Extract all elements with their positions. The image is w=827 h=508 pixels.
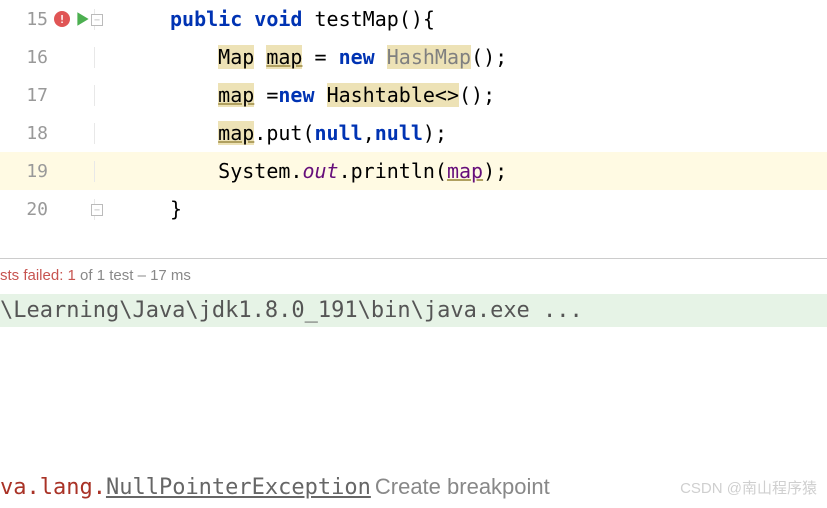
code-content[interactable]: } (95, 197, 182, 221)
console-output[interactable]: \Learning\Java\jdk1.8.0_191\bin\java.exe… (0, 294, 827, 327)
code-line-17[interactable]: 17 map =new Hashtable<>(); (0, 76, 827, 114)
gutter: 17 (0, 85, 95, 106)
line-number: 20 (18, 199, 48, 220)
line-number: 16 (18, 47, 48, 68)
code-content[interactable]: public void testMap(){ (95, 7, 435, 31)
gutter: 19 (0, 161, 95, 182)
gutter: 15 ! − (0, 9, 95, 30)
exception-class[interactable]: NullPointerException (106, 475, 371, 500)
fold-icon[interactable]: − (91, 12, 103, 27)
gutter: 18 (0, 123, 95, 144)
code-line-15[interactable]: 15 ! − public void testMap(){ (0, 0, 827, 38)
run-icon[interactable] (74, 10, 92, 28)
code-content[interactable]: System.out.println(map); (95, 159, 507, 183)
exception-line[interactable]: va.lang.NullPointerException Create brea… (0, 474, 550, 500)
gutter: 20 − (0, 199, 95, 220)
console-path: \Learning\Java\jdk1.8.0_191\bin\java.exe… (0, 298, 583, 323)
code-line-20[interactable]: 20 − } (0, 190, 827, 228)
code-line-16[interactable]: 16 Map map = new HashMap(); (0, 38, 827, 76)
tests-summary: of 1 test – 17 ms (76, 267, 191, 284)
line-number: 17 (18, 85, 48, 106)
code-line-19[interactable]: 19 System.out.println(map); (0, 152, 827, 190)
test-status-bar: sts failed: 1 of 1 test – 17 ms (0, 259, 827, 292)
line-number: 18 (18, 123, 48, 144)
watermark: CSDN @南山程序猿 (680, 477, 817, 498)
line-number: 19 (18, 161, 48, 182)
code-content[interactable]: Map map = new HashMap(); (95, 45, 507, 69)
error-icon: ! (52, 11, 70, 27)
code-content[interactable]: map.put(null,null); (95, 121, 447, 145)
code-content[interactable]: map =new Hashtable<>(); (95, 83, 495, 107)
gutter: 16 (0, 47, 95, 68)
tests-failed-label: sts failed: 1 (0, 267, 76, 284)
fold-icon[interactable]: − (91, 202, 103, 217)
create-breakpoint-link[interactable]: Create breakpoint (375, 474, 550, 500)
code-line-18[interactable]: 18 map.put(null,null); (0, 114, 827, 152)
line-number: 15 (18, 9, 48, 30)
code-editor[interactable]: 15 ! − public void testMap(){ 16 Map map… (0, 0, 827, 228)
exception-package: va.lang. (0, 475, 106, 500)
